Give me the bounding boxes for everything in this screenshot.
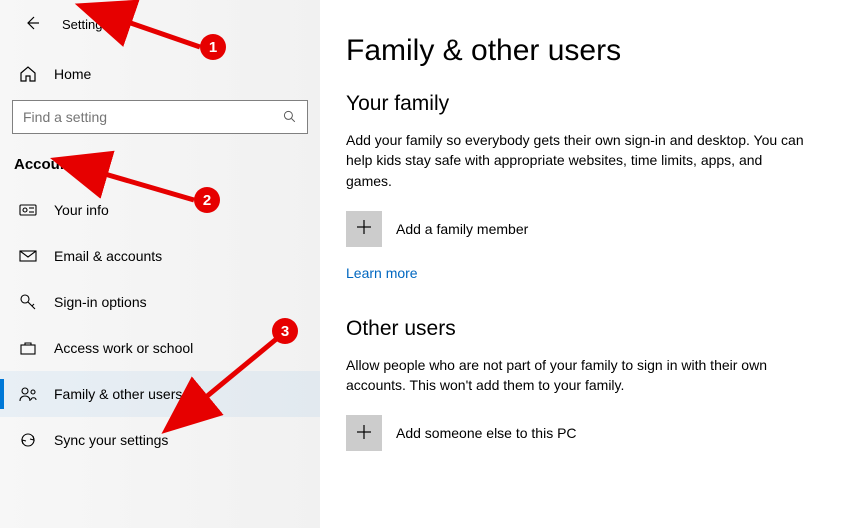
add-family-member-button[interactable]: Add a family member — [346, 211, 818, 247]
learn-more-link[interactable]: Learn more — [346, 265, 418, 281]
annotation-circle-2: 2 — [194, 187, 220, 213]
plus-box — [346, 415, 382, 451]
page-title: Family & other users — [346, 34, 818, 68]
add-family-label: Add a family member — [396, 221, 528, 237]
other-users-heading: Other users — [346, 317, 818, 341]
plus-icon — [355, 218, 373, 239]
add-other-user-button[interactable]: Add someone else to this PC — [346, 415, 818, 451]
family-description: Add your family so everybody gets their … — [346, 130, 806, 191]
annotation-circle-3: 3 — [272, 318, 298, 344]
family-heading: Your family — [346, 92, 818, 116]
annotation-arrow-3 — [0, 0, 320, 460]
content-pane: Family & other users Your family Add you… — [320, 0, 844, 528]
plus-box — [346, 211, 382, 247]
other-users-description: Allow people who are not part of your fa… — [346, 355, 806, 396]
plus-icon — [355, 423, 373, 444]
annotation-circle-1: 1 — [200, 34, 226, 60]
add-other-label: Add someone else to this PC — [396, 425, 577, 441]
